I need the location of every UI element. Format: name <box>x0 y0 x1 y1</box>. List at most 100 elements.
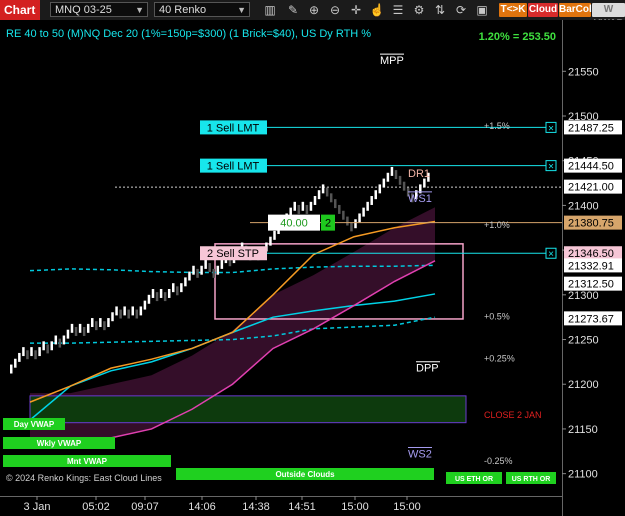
renko-brick <box>95 321 98 331</box>
renko-brick <box>346 216 349 226</box>
renko-brick <box>50 341 53 351</box>
pivot-marker-label: DR1 <box>408 168 430 180</box>
renko-brick <box>163 292 167 302</box>
y-tick-label: 21400 <box>568 200 599 212</box>
bar-type-selector[interactable]: 40 Renko ▼ <box>154 2 250 17</box>
legend-button-label[interactable]: US RTH OR <box>512 476 551 483</box>
renko-brick <box>398 175 402 185</box>
legend-button-label[interactable]: Outside Clouds <box>275 470 335 479</box>
watermark: © 2024 Renko Kings: East Cloud Lines <box>6 473 162 483</box>
renko-brick <box>382 178 386 188</box>
renko-brick <box>338 204 341 214</box>
properties-icon[interactable]: ☰ <box>390 2 406 18</box>
renko-brick <box>38 347 41 357</box>
chevron-down-icon: ▼ <box>135 5 144 15</box>
hand-icon[interactable]: ☝ <box>369 2 385 18</box>
renko-brick <box>180 283 183 293</box>
legend-button-label[interactable]: US ETH OR <box>455 476 493 483</box>
y-tick-label: 21300 <box>568 290 599 302</box>
close-x-icon[interactable]: × <box>548 123 554 134</box>
renko-brick <box>192 265 195 275</box>
renko-brick <box>46 344 49 354</box>
legend-button-label[interactable]: Wkly VWAP <box>37 439 82 448</box>
renko-brick <box>86 323 90 333</box>
renko-brick <box>107 318 110 328</box>
legend-button-label[interactable]: Mnt VWAP <box>67 457 108 466</box>
renko-brick <box>155 292 159 302</box>
x-tick-label: 05:02 <box>82 501 110 513</box>
renko-brick <box>18 352 21 362</box>
close-x-icon[interactable]: × <box>548 162 554 173</box>
x-tick-label: 3 Jan <box>24 501 51 513</box>
instrument-value: MNQ 03-25 <box>55 4 112 16</box>
renko-brick <box>362 207 365 217</box>
renko-brick <box>10 364 13 374</box>
renko-brick <box>103 321 106 331</box>
refresh-icon[interactable]: ⟳ <box>453 2 469 18</box>
order-label[interactable]: 1 Sell LMT <box>207 122 260 134</box>
renko-brick <box>354 219 357 229</box>
renko-brick <box>22 347 25 357</box>
renko-brick <box>313 196 317 205</box>
value-area-zone <box>29 395 467 424</box>
renko-brick <box>220 259 224 269</box>
zoom-out-icon[interactable]: ⊖ <box>327 2 343 18</box>
renko-brick <box>30 347 33 357</box>
renko-brick <box>208 263 211 273</box>
renko-brick <box>82 327 86 336</box>
pct-level-label: +1.5% <box>484 121 510 131</box>
renko-brick <box>196 268 199 278</box>
pin-icon[interactable]: ▣ <box>474 2 490 18</box>
legend-button-label[interactable]: Day VWAP <box>14 420 55 429</box>
price-axis-label: 21421.00 <box>568 182 614 194</box>
cloud-button[interactable]: Cloud <box>528 3 558 17</box>
pivot-marker-label: DPP <box>416 363 439 375</box>
tk-button[interactable]: T<>K <box>499 3 527 17</box>
renko-brick <box>111 312 114 322</box>
renko-brick <box>74 327 78 336</box>
strategies-icon[interactable]: ⚙ <box>411 2 427 18</box>
chart-tab[interactable]: Chart <box>0 0 40 20</box>
price-axis-label: 21487.25 <box>568 122 614 134</box>
renko-brick <box>147 294 151 304</box>
renko-brick <box>394 170 398 180</box>
renko-brick <box>366 201 369 211</box>
x-tick-label: 09:07 <box>131 501 159 513</box>
renko-brick <box>370 196 373 205</box>
price-axis-label: 21444.50 <box>568 161 614 173</box>
order-label[interactable]: 2 Sell STP <box>207 248 259 260</box>
pivot-marker-label: WS2 <box>408 449 432 461</box>
renko-brick <box>423 178 426 188</box>
ticks-icon[interactable]: ⇅ <box>432 2 448 18</box>
renko-brick <box>297 204 301 214</box>
instrument-selector[interactable]: MNQ 03-25 ▼ <box>50 2 148 17</box>
renko-brick <box>269 236 272 246</box>
pct-level-label: +1.0% <box>484 220 510 230</box>
renko-brick <box>390 166 394 176</box>
order-label[interactable]: 1 Sell LMT <box>207 161 260 173</box>
pivot-marker-label: CLOSE 2 JAN <box>484 410 542 420</box>
wvwap-button[interactable]: W VWAP <box>592 3 625 29</box>
renko-brick <box>99 318 102 328</box>
renko-brick <box>325 187 329 197</box>
renko-brick <box>342 210 345 220</box>
pivot-marker-label: MPP <box>380 55 404 67</box>
renko-brick <box>123 306 126 316</box>
renko-brick <box>176 286 179 296</box>
bar-type-icon[interactable]: ▥ <box>262 2 278 18</box>
pct-level-label: -0.25% <box>484 456 513 466</box>
barcol-button[interactable]: BarCol <box>559 3 592 17</box>
y-tick-label: 21200 <box>568 379 599 391</box>
renko-brick <box>58 338 62 348</box>
top-toolbar: Chart MNQ 03-25 ▼ 40 Renko ▼ ▥ ✎ ⊕ ⊖ ✛ ☝… <box>0 0 625 29</box>
position-qty: 40.00 <box>280 218 308 230</box>
renko-brick <box>127 309 130 319</box>
renko-brick <box>329 193 333 203</box>
close-x-icon[interactable]: × <box>548 249 554 260</box>
price-axis-label: 21273.67 <box>568 313 614 325</box>
draw-tools-icon[interactable]: ✎ <box>285 2 301 18</box>
chart-area[interactable]: 1 Sell LMT ×1 Sell LMT ×2 Sell STP ×40.00 2 … <box>0 20 625 516</box>
renko-brick <box>167 289 171 298</box>
crosshair-icon[interactable]: ✛ <box>348 2 364 18</box>
zoom-in-icon[interactable]: ⊕ <box>306 2 322 18</box>
